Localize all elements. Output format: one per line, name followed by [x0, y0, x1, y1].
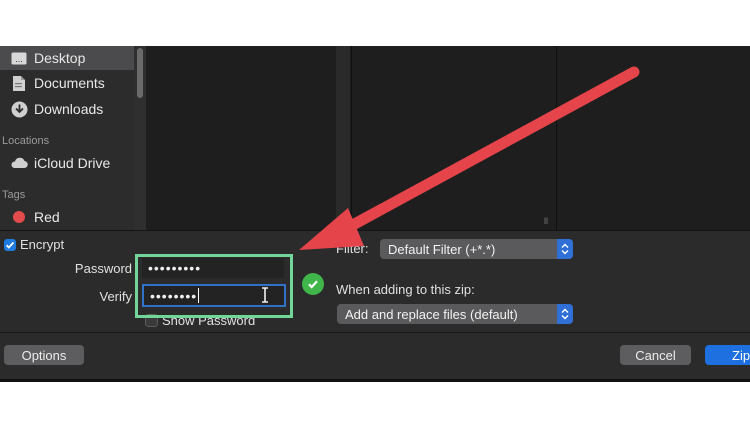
- sidebar-item-tag-red[interactable]: Red: [0, 205, 134, 229]
- red-tag-icon: [10, 208, 28, 226]
- sidebar: ... Desktop Documents Downloads Location…: [0, 46, 134, 230]
- cloud-icon: [10, 154, 28, 172]
- when-adding-popup[interactable]: Add and replace files (default): [337, 304, 573, 324]
- zip-button[interactable]: Zip: [705, 345, 750, 365]
- document-icon: [10, 74, 28, 92]
- zip-options-panel: Encrypt Password ••••••••• Verify ••••••…: [0, 230, 750, 379]
- sidebar-item-label: Documents: [34, 75, 105, 91]
- checkmark-icon: [302, 273, 324, 295]
- when-adding-label: When adding to this zip:: [336, 282, 475, 297]
- sidebar-item-label: Desktop: [34, 50, 86, 66]
- password-label: Password: [74, 261, 132, 276]
- cancel-button[interactable]: Cancel: [620, 345, 691, 365]
- scrollbar-thumb[interactable]: [137, 48, 143, 98]
- when-adding-value: Add and replace files (default): [345, 306, 518, 322]
- password-highlight-annotation: [135, 254, 293, 318]
- window-bottom-edge: [0, 379, 750, 382]
- column-divider[interactable]: [336, 46, 350, 230]
- sidebar-item-label: Red: [34, 209, 60, 225]
- filter-label: Filter:: [336, 241, 369, 256]
- sidebar-scrollbar[interactable]: [134, 46, 146, 230]
- filter-popup[interactable]: Default Filter (+*.*): [380, 239, 573, 259]
- tags-header: Tags: [2, 189, 26, 201]
- sidebar-item-desktop[interactable]: ... Desktop: [0, 46, 134, 70]
- updown-chevron-icon: [557, 304, 573, 324]
- sidebar-item-downloads[interactable]: Downloads: [0, 97, 134, 121]
- browser-column[interactable]: [556, 46, 750, 230]
- sidebar-item-label: Downloads: [34, 101, 104, 117]
- save-dialog: ... Desktop Documents Downloads Location…: [0, 46, 750, 379]
- sidebar-item-label: iCloud Drive: [34, 155, 111, 171]
- svg-text:...: ...: [15, 55, 23, 64]
- file-browser-columns: ll: [146, 46, 750, 230]
- downloads-icon: [10, 100, 28, 118]
- options-button[interactable]: Options: [4, 345, 84, 365]
- updown-chevron-icon: [557, 239, 573, 259]
- sidebar-item-documents[interactable]: Documents: [0, 71, 134, 95]
- footer-divider: [0, 332, 750, 333]
- encrypt-label: Encrypt: [20, 237, 65, 252]
- filter-value: Default Filter (+*.*): [388, 241, 496, 257]
- column-resize-handle[interactable]: ll: [544, 216, 548, 226]
- browser-column[interactable]: [351, 46, 556, 230]
- verify-label: Verify: [99, 289, 132, 304]
- locations-header: Locations: [2, 135, 50, 147]
- desktop-icon: ...: [10, 49, 28, 67]
- encrypt-checkbox[interactable]: [4, 239, 16, 251]
- sidebar-item-icloud-drive[interactable]: iCloud Drive: [0, 151, 134, 175]
